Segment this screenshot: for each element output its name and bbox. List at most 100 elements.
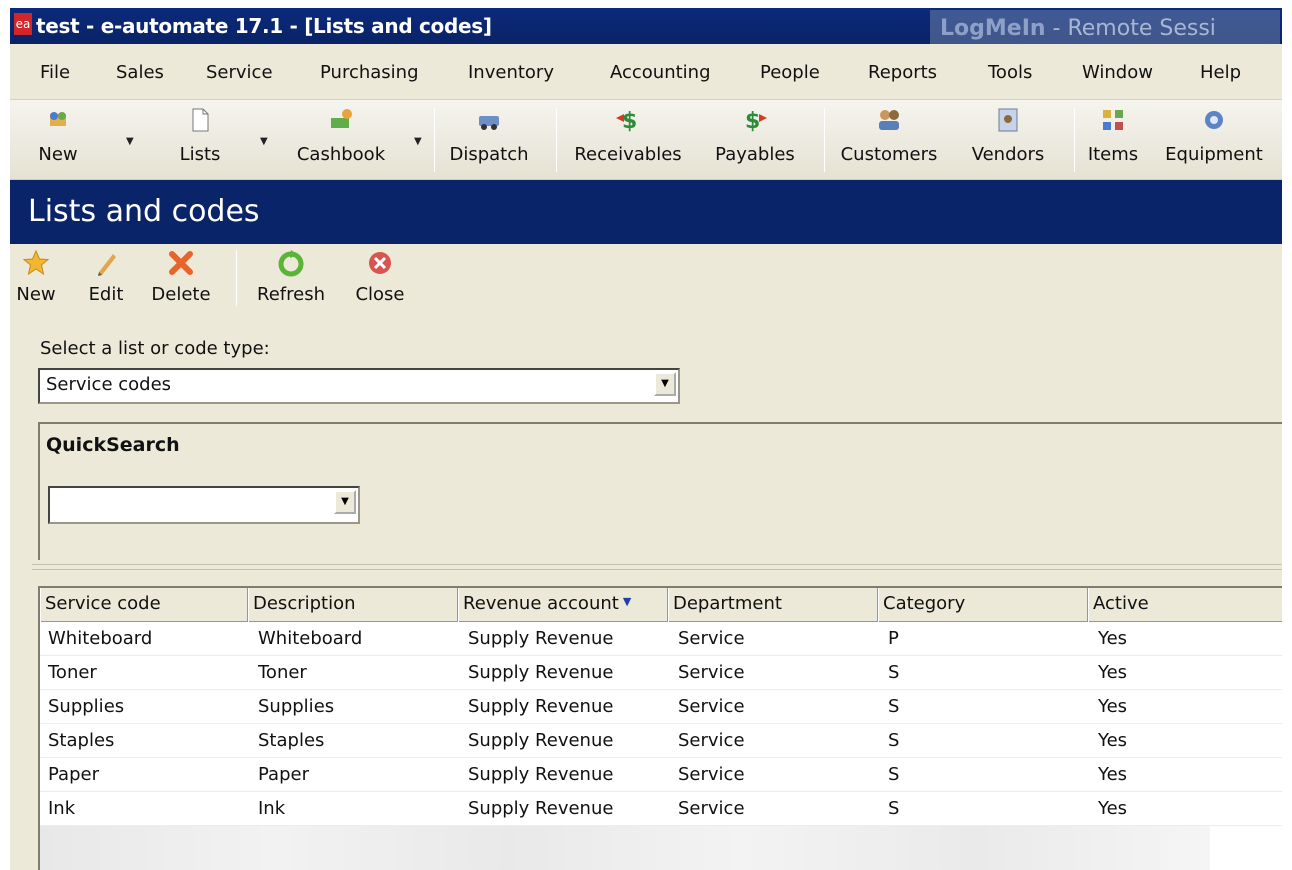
delete-label: Delete: [151, 284, 211, 305]
table-cell: Paper: [258, 764, 309, 785]
table-cell: Supply Revenue: [468, 764, 614, 785]
lists-icon: [192, 108, 209, 132]
lists-dropdown-icon[interactable]: ▼: [260, 136, 268, 147]
menu-sales[interactable]: Sales: [116, 62, 164, 83]
toolbar-dispatch-label: Dispatch: [449, 144, 529, 165]
app-logo-icon: ea: [14, 13, 32, 35]
table-row[interactable]: Whiteboard Whiteboard Supply Revenue Servic…: [40, 622, 1282, 656]
toolbar-vendors-label: Vendors: [971, 144, 1045, 165]
new-button[interactable]: New: [14, 248, 58, 305]
table-cell: Yes: [1098, 798, 1128, 819]
column-service-code[interactable]: Service code: [40, 588, 248, 622]
cashbook-icon: [331, 109, 352, 128]
menu-tools[interactable]: Tools: [988, 62, 1032, 83]
table-row[interactable]: Toner Toner Supply Revenue Service S Yes: [40, 656, 1282, 690]
list-type-select[interactable]: Service codes ▼: [38, 368, 680, 404]
menu-purchasing[interactable]: Purchasing: [320, 62, 419, 83]
chevron-down-icon[interactable]: ▼: [654, 372, 676, 396]
table-cell: Service: [678, 662, 745, 683]
toolbar-receivables-button[interactable]: $ Receivables: [566, 104, 690, 176]
table-cell: Yes: [1098, 628, 1128, 649]
list-type-value: Service codes: [46, 374, 172, 395]
toolbar-equipment-button[interactable]: Equipment: [1156, 104, 1272, 176]
toolbar-separator: [556, 108, 557, 172]
star-icon: [22, 249, 50, 276]
svg-text:$: $: [745, 109, 760, 134]
table-cell: Service: [678, 696, 745, 717]
vendors-icon: [998, 108, 1018, 132]
obscured-row: [40, 826, 1210, 870]
toolbar-dispatch-button[interactable]: Dispatch: [444, 104, 534, 176]
toolbar-payables-button[interactable]: $ Payables: [708, 104, 802, 176]
table-cell: Service: [678, 730, 745, 751]
menu-reports[interactable]: Reports: [868, 62, 937, 83]
table-cell: Supply Revenue: [468, 662, 614, 683]
toolbar-customers-button[interactable]: Customers: [834, 104, 944, 176]
menu-service[interactable]: Service: [206, 62, 273, 83]
toolbar-items-button[interactable]: Items: [1080, 104, 1146, 176]
refresh-label: Refresh: [257, 284, 325, 305]
toolbar-separator: [434, 108, 435, 172]
svg-text:$: $: [622, 109, 637, 134]
table-cell: Paper: [48, 764, 99, 785]
table-cell: S: [888, 662, 900, 683]
toolbar-separator: [824, 108, 825, 172]
quicksearch-title: QuickSearch: [46, 434, 180, 456]
table-cell: Yes: [1098, 764, 1128, 785]
column-department[interactable]: Department: [668, 588, 878, 622]
table-cell: S: [888, 730, 900, 751]
toolbar-equipment-label: Equipment: [1165, 144, 1263, 165]
table-cell: S: [888, 764, 900, 785]
menu-file[interactable]: File: [40, 62, 70, 83]
edit-label: Edit: [88, 284, 124, 305]
equipment-icon: [1205, 111, 1223, 129]
table-cell: Toner: [48, 662, 97, 683]
close-button[interactable]: Close: [350, 248, 410, 305]
column-active[interactable]: Active: [1088, 588, 1282, 622]
table-cell: Ink: [48, 798, 76, 819]
menu-accounting[interactable]: Accounting: [610, 62, 711, 83]
main-toolbar: New ▼ Lists ▼ Cashbook ▼ Dispatch $ Rece…: [10, 100, 1282, 180]
action-separator: [236, 250, 237, 306]
menu-inventory[interactable]: Inventory: [468, 62, 554, 83]
table-cell: Yes: [1098, 662, 1128, 683]
cashbook-dropdown-icon[interactable]: ▼: [414, 136, 422, 147]
toolbar-lists-button[interactable]: Lists: [170, 104, 230, 176]
delete-button[interactable]: Delete: [146, 248, 216, 305]
column-description[interactable]: Description: [248, 588, 458, 622]
column-category[interactable]: Category: [878, 588, 1088, 622]
table-cell: P: [888, 628, 899, 649]
table-row[interactable]: Ink Ink Supply Revenue Service S Yes: [40, 792, 1282, 826]
close-icon: [369, 252, 391, 274]
page-header: Lists and codes: [10, 180, 1282, 244]
chevron-down-icon[interactable]: ▼: [334, 490, 356, 514]
refresh-button[interactable]: Refresh: [248, 248, 334, 305]
toolbar-cashbook-button[interactable]: Cashbook: [286, 104, 396, 176]
list-type-label: Select a list or code type:: [40, 338, 270, 359]
table-cell: Staples: [258, 730, 325, 751]
menu-window[interactable]: Window: [1082, 62, 1153, 83]
column-revenue-account[interactable]: Revenue account ▼: [458, 588, 668, 622]
table-row[interactable]: Supplies Supplies Supply Revenue Service S Ye…: [40, 690, 1282, 724]
delete-x-icon: [169, 251, 193, 275]
edit-button[interactable]: Edit: [86, 248, 126, 305]
table-cell: Yes: [1098, 730, 1128, 751]
new-label: New: [16, 284, 56, 305]
table-cell: Service: [678, 764, 745, 785]
table-cell: Service: [678, 628, 745, 649]
splitter-handle[interactable]: [32, 564, 1282, 570]
menu-help[interactable]: Help: [1200, 62, 1241, 83]
table-cell: Toner: [258, 662, 307, 683]
remote-session-overlay: LogMeIn - Remote Sessi: [930, 10, 1280, 48]
new-dropdown-icon[interactable]: ▼: [126, 136, 134, 147]
quicksearch-input[interactable]: ▼: [48, 486, 360, 524]
table-cell: S: [888, 696, 900, 717]
table-row[interactable]: Staples Staples Supply Revenue Service S Yes: [40, 724, 1282, 758]
content-panel: New Edit Delete Refresh Close Select a l…: [10, 244, 1282, 870]
table-row[interactable]: Paper Paper Supply Revenue Service S Yes: [40, 758, 1282, 792]
table-cell: Yes: [1098, 696, 1128, 717]
menu-people[interactable]: People: [760, 62, 820, 83]
toolbar-vendors-button[interactable]: Vendors: [962, 104, 1054, 176]
toolbar-separator: [1074, 108, 1075, 172]
toolbar-new-button[interactable]: New: [36, 104, 80, 176]
